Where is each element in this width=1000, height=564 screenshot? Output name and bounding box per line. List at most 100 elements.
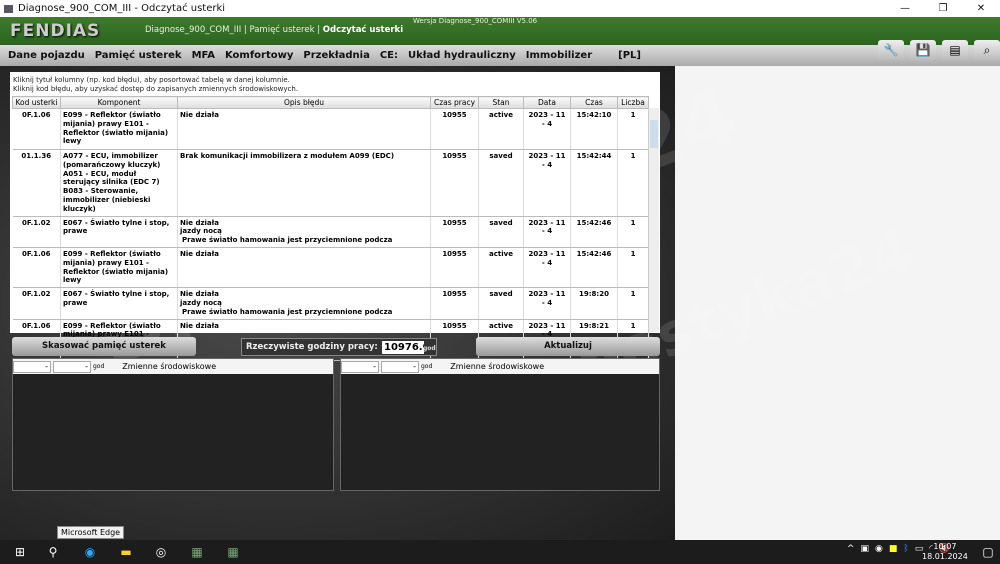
col-komponent[interactable]: Komponent: [60, 96, 178, 109]
bluetooth-icon[interactable]: ᛒ: [903, 544, 908, 554]
hint-sort: Kliknij tytuł kolumny (np. kod błędu), a…: [13, 76, 290, 84]
app-icon[interactable]: ▦: [225, 544, 241, 560]
fault-table: Kod usterki Komponent Opis błędu Czas pr…: [12, 96, 649, 361]
breadcrumb-current: Odczytać usterki: [322, 25, 404, 35]
table-row[interactable]: 0F.1.06 E099 - Reflektor (światło mijania…: [12, 108, 649, 150]
description-detail: Prawe światło hamowania jest przyciemnio…: [182, 307, 393, 316]
table-row[interactable]: 0F.1.02 E067 - Światło tylne i stop, praw…: [12, 287, 649, 320]
env-panel-right: - - god Zmienne środowiskowe: [340, 358, 660, 491]
menu-uklad-hydrauliczny[interactable]: Układ hydrauliczny: [408, 50, 516, 61]
table-scrollbar[interactable]: [648, 108, 659, 332]
menu-pamiec-usterek[interactable]: Pamięć usterek: [95, 50, 182, 61]
count: 1: [617, 108, 649, 150]
notifications-icon[interactable]: ▢: [980, 544, 996, 560]
table-row[interactable]: 01.1.36 A077 - ECU, immobilizer (pomarańc…: [12, 149, 649, 217]
clock-time: 10:07: [933, 542, 957, 551]
table-row[interactable]: 0F.1.02 E067 - Światło tylne i stop, praw…: [12, 216, 649, 248]
taskbar: ⊞ ⚲ ◉ ▬ ◎ ▦ ▦ ^ ▣ ◉ ■ ᛒ ▭ ◜ 🔇 10:07 18.01.2024 ▢: [0, 540, 1000, 564]
count: 1: [617, 287, 649, 320]
env-field-1[interactable]: -: [13, 360, 51, 373]
clear-memory-button[interactable]: Skasować pamięć usterek: [12, 337, 196, 356]
env-field-2[interactable]: -: [381, 360, 419, 373]
app-icon[interactable]: ▦: [189, 544, 205, 560]
folder-icon[interactable]: ▬: [118, 544, 134, 560]
minimize-button[interactable]: —: [886, 0, 924, 17]
menu-ce[interactable]: CE:: [380, 50, 398, 61]
col-czas-pracy[interactable]: Czas pracy: [430, 96, 479, 109]
state: saved: [478, 149, 524, 217]
search-icon[interactable]: ⚲: [45, 544, 61, 560]
title-bar: Diagnose_900_COM_III - Odczytać usterki …: [0, 0, 1000, 17]
env-field-2[interactable]: -: [53, 360, 91, 373]
hint-text: Kliknij tytuł kolumny (np. kod błędu), a…: [13, 76, 298, 94]
operating-hours: 10955: [430, 108, 479, 150]
component: E067 - Światło tylne i stop, prawe: [60, 216, 178, 248]
tooltip: Microsoft Edge: [57, 526, 125, 539]
date: 2023 - 11 - 4: [523, 247, 571, 289]
col-opis[interactable]: Opis błędu: [177, 96, 431, 109]
description-text: Nie działa: [180, 321, 219, 330]
wrench-icon[interactable]: 🔧: [878, 40, 904, 60]
time: 15:42:46: [570, 247, 618, 289]
menu-dane-pojazdu[interactable]: Dane pojazdu: [8, 50, 85, 61]
app-header: FENDIAS Diagnose_900_COM_III | Pamięć us…: [0, 17, 1000, 45]
save-icon[interactable]: 💾: [910, 40, 936, 60]
fault-code[interactable]: 0F.1.06: [12, 247, 61, 289]
count: 1: [617, 247, 649, 289]
operating-hours: 10955: [430, 319, 479, 361]
state: saved: [478, 287, 524, 320]
version-label: Wersja Diagnose_900_COMIII V5.06: [413, 17, 538, 25]
hours-value: 10976.0: [382, 341, 424, 354]
state: active: [478, 108, 524, 150]
time: 15:42:46: [570, 216, 618, 248]
operating-hours: 10955: [430, 216, 479, 248]
table-row[interactable]: 0F.1.06 E099 - Reflektor (światło mijania…: [12, 247, 649, 289]
document-icon[interactable]: ▤: [942, 40, 968, 60]
close-button[interactable]: ✕: [962, 0, 1000, 17]
teamviewer-tray-icon[interactable]: ◉: [875, 544, 883, 554]
chevron-up-icon[interactable]: ^: [847, 544, 855, 554]
clock[interactable]: 10:07 18.01.2024: [922, 542, 968, 562]
menu-komfortowy[interactable]: Komfortowy: [225, 50, 293, 61]
hint-code: Kliknij kod błędu, aby uzyskać dostęp do…: [13, 85, 299, 93]
col-liczba[interactable]: Liczba: [617, 96, 649, 109]
component: E099 - Reflektor (światło mijania) prawy…: [60, 108, 178, 150]
col-kod[interactable]: Kod usterki: [12, 96, 61, 109]
time: 15:42:10: [570, 108, 618, 150]
date: 2023 - 11 - 4: [523, 216, 571, 248]
menu-language[interactable]: [PL]: [618, 50, 641, 61]
refresh-button[interactable]: Aktualizuj: [476, 337, 660, 356]
description-text: Nie działa jazdy nocą: [180, 290, 222, 307]
breadcrumb-path: Diagnose_900_COM_III | Pamięć usterek |: [145, 25, 323, 35]
fault-code[interactable]: 01.1.36: [12, 149, 61, 217]
env-field-1[interactable]: -: [341, 360, 379, 373]
windows-start-icon[interactable]: ⊞: [12, 544, 28, 560]
maximize-button[interactable]: ❐: [924, 0, 962, 17]
operating-hours: 10955: [430, 149, 479, 217]
description: Brak komunikacji immobilizera z modułem …: [177, 149, 431, 217]
edge-icon[interactable]: ◉: [82, 544, 98, 560]
col-stan[interactable]: Stan: [478, 96, 524, 109]
fault-code[interactable]: 0F.1.06: [12, 108, 61, 150]
search-icon[interactable]: ⌕: [974, 40, 1000, 60]
date: 2023 - 11 - 4: [523, 149, 571, 217]
date: 2023 - 11 - 4: [523, 287, 571, 320]
description-text: Nie działa: [180, 111, 219, 119]
fault-code[interactable]: 0F.1.02: [12, 287, 61, 320]
teamviewer-icon[interactable]: ◎: [153, 544, 169, 560]
description-text: Brak komunikacji immobilizera z modułem …: [180, 152, 395, 160]
menu-mfa[interactable]: MFA: [192, 50, 215, 61]
hours-label: Rzeczywiste godziny pracy:: [246, 342, 378, 352]
tray-icon[interactable]: ■: [889, 544, 898, 554]
tray-icon[interactable]: ▣: [860, 544, 869, 554]
logo: FENDIAS: [10, 21, 101, 41]
menu-przekladnia[interactable]: Przekładnia: [303, 50, 369, 61]
description: Nie działa jazdy nocąPrawe światło hamow…: [177, 216, 431, 248]
menu-immobilizer[interactable]: Immobilizer: [526, 50, 592, 61]
fault-code[interactable]: 0F.1.02: [12, 216, 61, 248]
right-pane: [675, 66, 1000, 540]
scroll-thumb[interactable]: [650, 120, 658, 148]
col-czas[interactable]: Czas: [570, 96, 618, 109]
col-data[interactable]: Data: [523, 96, 571, 109]
state: active: [478, 247, 524, 289]
